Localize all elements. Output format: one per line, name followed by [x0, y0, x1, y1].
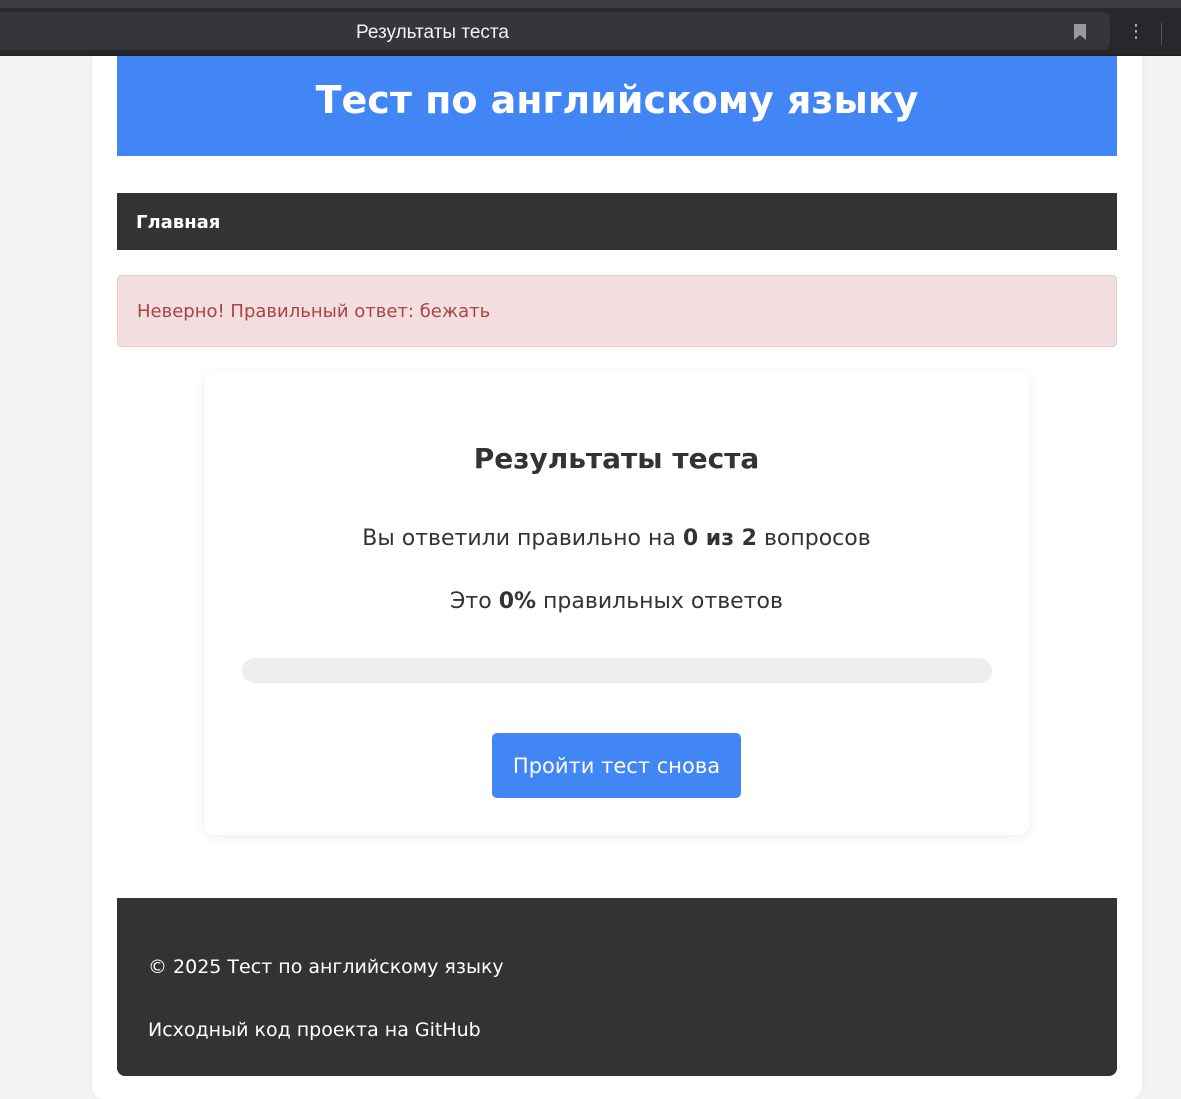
browser-toolbar: Результаты теста ⋮: [0, 8, 1181, 56]
site-title: Тест по английскому языку: [315, 78, 919, 122]
score-suffix: вопросов: [756, 526, 871, 551]
percent-value: 0%: [498, 589, 537, 614]
kebab-menu-icon[interactable]: ⋮: [1126, 23, 1146, 43]
error-alert: Неверно! Правильный ответ: бежать: [117, 275, 1117, 347]
site-footer: © 2025 Тест по английскому языку Исходны…: [117, 898, 1117, 1076]
github-source-link[interactable]: Исходный код проекта на GitHub: [148, 1019, 481, 1041]
main-nav: Главная: [117, 193, 1117, 250]
score-prefix: Вы ответили правильно на: [362, 526, 683, 551]
results-card: Результаты теста Вы ответили правильно н…: [204, 372, 1029, 835]
alert-message: Неверно! Правильный ответ: бежать: [137, 301, 491, 322]
footer-copyright: © 2025 Тест по английскому языку: [148, 956, 504, 978]
score-line: Вы ответили правильно на 0 из 2 вопросов: [204, 526, 1029, 551]
score-value: 0 из 2: [682, 526, 757, 551]
browser-top-strip: [0, 0, 1181, 8]
results-title: Результаты теста: [473, 442, 760, 475]
toolbar-divider: [1161, 23, 1162, 45]
bookmark-icon[interactable]: [1073, 23, 1087, 41]
site-header: Тест по английскому языку: [117, 56, 1117, 156]
retry-test-button[interactable]: Пройти тест снова: [492, 733, 741, 798]
percent-prefix: Это: [450, 589, 499, 614]
percent-suffix: правильных ответов: [536, 589, 783, 614]
browser-tab[interactable]: Результаты теста: [0, 12, 1110, 50]
score-progress-bar: [242, 658, 992, 683]
nav-link-home[interactable]: Главная: [136, 212, 220, 233]
tab-title: Результаты теста: [356, 22, 509, 43]
percent-line: Это 0% правильных ответов: [204, 589, 1029, 614]
